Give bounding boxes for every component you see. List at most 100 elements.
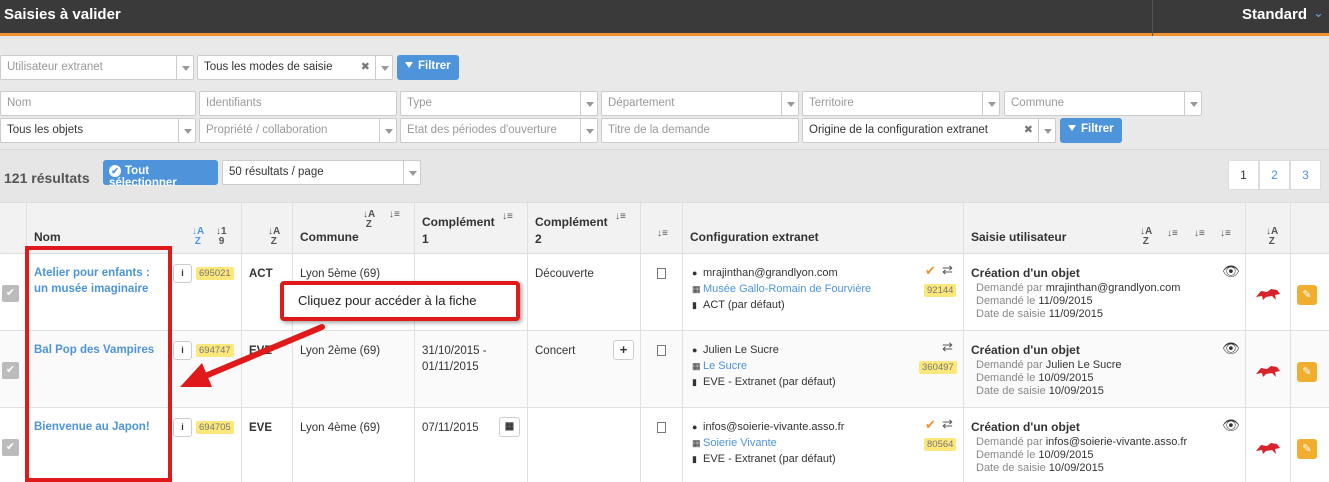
- commune-value: Lyon 5ème (69): [300, 268, 381, 280]
- org-id-badge: 80564: [924, 438, 957, 451]
- titre-demande-input[interactable]: Titre de la demande: [601, 118, 799, 143]
- type-select[interactable]: Type: [400, 91, 598, 116]
- page-title: Saisies à valider: [4, 6, 121, 23]
- row-checkbox[interactable]: ✔: [2, 439, 19, 456]
- demande-le-value: 10/09/2015: [1038, 372, 1094, 384]
- document-icon[interactable]: [657, 268, 666, 279]
- chevron-down-icon[interactable]: ⌄: [1313, 5, 1324, 21]
- lion-logo-icon: [1256, 289, 1280, 300]
- commune-select[interactable]: Commune: [1004, 91, 1202, 116]
- sort-alpha-icon[interactable]: ↓A Z: [192, 227, 204, 247]
- eye-icon[interactable]: 👁: [1222, 417, 1240, 434]
- saisie-title: Création d'un objet: [971, 266, 1080, 280]
- sort-saisie-1-icon[interactable]: ↓≡: [1167, 229, 1178, 239]
- origine-config-select[interactable]: Origine de la configuration extranet ✖: [802, 118, 1056, 143]
- col-divider: [414, 202, 415, 482]
- select-all-button[interactable]: ✔ Tout sélectionner: [103, 160, 218, 189]
- caret-down-icon: [379, 119, 396, 142]
- caret-down-icon: [403, 161, 420, 184]
- page-2[interactable]: 2: [1259, 160, 1290, 190]
- exchange-icon[interactable]: ⇄: [942, 262, 953, 278]
- calendar-icon[interactable]: ▦: [499, 417, 520, 437]
- select-text: Origine de la configuration extranet: [809, 124, 988, 136]
- config-org-link[interactable]: Le Sucre: [703, 360, 747, 372]
- check-icon: ✔: [925, 417, 936, 432]
- edit-icon[interactable]: ✎: [1297, 439, 1317, 459]
- building-icon: ▦: [692, 361, 701, 371]
- config-block: ● Julien Le Sucre ▦ Le Sucre ▮ EVE - Extran…: [692, 342, 836, 390]
- annotation-arrow-icon: [180, 324, 325, 387]
- sort-c1-icon[interactable]: ↓≡: [502, 212, 513, 222]
- object-type: EVE: [249, 422, 273, 434]
- sort-commune-list-icon[interactable]: ↓≡: [389, 210, 400, 220]
- document-icon[interactable]: [657, 422, 666, 433]
- user-icon: ●: [692, 422, 698, 432]
- sort-doc-icon[interactable]: ↓≡: [657, 229, 668, 239]
- config-email: mrajinthan@grandlyon.com: [703, 267, 838, 279]
- page-3[interactable]: 3: [1290, 160, 1321, 190]
- clear-icon[interactable]: ✖: [1024, 123, 1033, 136]
- config-org-link[interactable]: Soierie Vivante: [703, 437, 777, 449]
- plus-icon[interactable]: +: [613, 340, 634, 360]
- demande-par-value: infos@soierie-vivante.asso.fr: [1045, 436, 1188, 448]
- page-1[interactable]: 1: [1228, 160, 1259, 190]
- departement-select[interactable]: Département: [601, 91, 799, 116]
- label-demande-le: Demandé le: [976, 295, 1036, 307]
- caret-down-icon: [1038, 119, 1055, 142]
- document-small-icon: ▮: [692, 377, 697, 387]
- exchange-icon[interactable]: ⇄: [942, 339, 953, 355]
- org-id-badge: 92144: [924, 284, 957, 297]
- sort-numeric-icon[interactable]: ↓1 9: [216, 227, 227, 247]
- config-org-link[interactable]: Musée Gallo-Romain de Fourvière: [703, 283, 871, 295]
- saisie-title: Création d'un objet: [971, 343, 1080, 357]
- sort-c2-icon[interactable]: ↓≡: [615, 212, 626, 222]
- config-block: ● mrajinthan@grandlyon.com ▦ Musée Gallo-R…: [692, 265, 871, 313]
- sort-commune-alpha-icon[interactable]: ↓A Z: [363, 210, 375, 230]
- edit-icon[interactable]: ✎: [1297, 285, 1317, 305]
- check-circle-icon: ✔: [109, 165, 121, 177]
- results-count: 121 résultats: [4, 170, 90, 186]
- per-page-select[interactable]: 50 résultats / page: [222, 160, 421, 185]
- filter-button-2[interactable]: Filtrer: [1060, 118, 1122, 143]
- user-icon: ●: [692, 345, 698, 355]
- territoire-select[interactable]: Territoire: [802, 91, 1000, 116]
- saisie-block: Création d'un objet Demandé par mrajinth…: [971, 267, 1180, 321]
- view-selector[interactable]: Standard: [1242, 6, 1307, 23]
- propriete-select[interactable]: Propriété / collaboration: [199, 118, 397, 143]
- sort-saisie-2-icon[interactable]: ↓≡: [1194, 229, 1205, 239]
- col-divider: [1245, 202, 1246, 482]
- saisie-block: Création d'un objet Demandé par Julien L…: [971, 344, 1122, 398]
- select-text: Territoire: [809, 97, 854, 109]
- identifiants-input[interactable]: Identifiants: [199, 91, 397, 116]
- exchange-icon[interactable]: ⇄: [942, 416, 953, 432]
- config-email: Julien Le Sucre: [703, 344, 779, 356]
- eye-icon[interactable]: 👁: [1222, 263, 1240, 280]
- row-checkbox[interactable]: ✔: [2, 362, 19, 379]
- caret-down-icon: [580, 92, 597, 115]
- object-id-badge: 695021: [196, 267, 234, 280]
- sort-saisie-alpha-icon[interactable]: ↓A Z: [1140, 227, 1152, 247]
- col-divider: [527, 202, 528, 482]
- info-icon[interactable]: i: [173, 264, 192, 283]
- info-icon[interactable]: i: [173, 418, 192, 437]
- nom-input[interactable]: Nom: [0, 91, 196, 116]
- sort-owner-icon[interactable]: ↓A Z: [1266, 227, 1278, 247]
- row-checkbox[interactable]: ✔: [2, 285, 19, 302]
- clear-icon[interactable]: ✖: [361, 60, 370, 73]
- etat-periodes-select[interactable]: Etat des périodes d'ouverture: [400, 118, 598, 143]
- sort-saisie-3-icon[interactable]: ↓≡: [1220, 229, 1231, 239]
- annotation-callout: Cliquez pour accéder à la fiche: [280, 281, 520, 321]
- mode-saisie-select[interactable]: Tous les modes de saisie ✖: [197, 55, 393, 80]
- input-placeholder: Nom: [7, 97, 32, 109]
- objets-select[interactable]: Tous les objets: [0, 118, 196, 143]
- date-saisie-value: 11/09/2015: [1048, 308, 1104, 320]
- eye-icon[interactable]: 👁: [1222, 340, 1240, 357]
- filter-button[interactable]: Filtrer: [397, 55, 459, 80]
- document-icon[interactable]: [657, 345, 666, 356]
- edit-icon[interactable]: ✎: [1297, 362, 1317, 382]
- table-row[interactable]: ✔ Bienvenue au Japon! i 694705 EVE Lyon …: [0, 408, 1329, 482]
- user-extranet-select[interactable]: Utilisateur extranet: [0, 55, 194, 80]
- sort-type-icon[interactable]: ↓A Z: [268, 227, 280, 247]
- caret-down-icon: [580, 119, 597, 142]
- filter-button-label: Filtrer: [1081, 123, 1114, 135]
